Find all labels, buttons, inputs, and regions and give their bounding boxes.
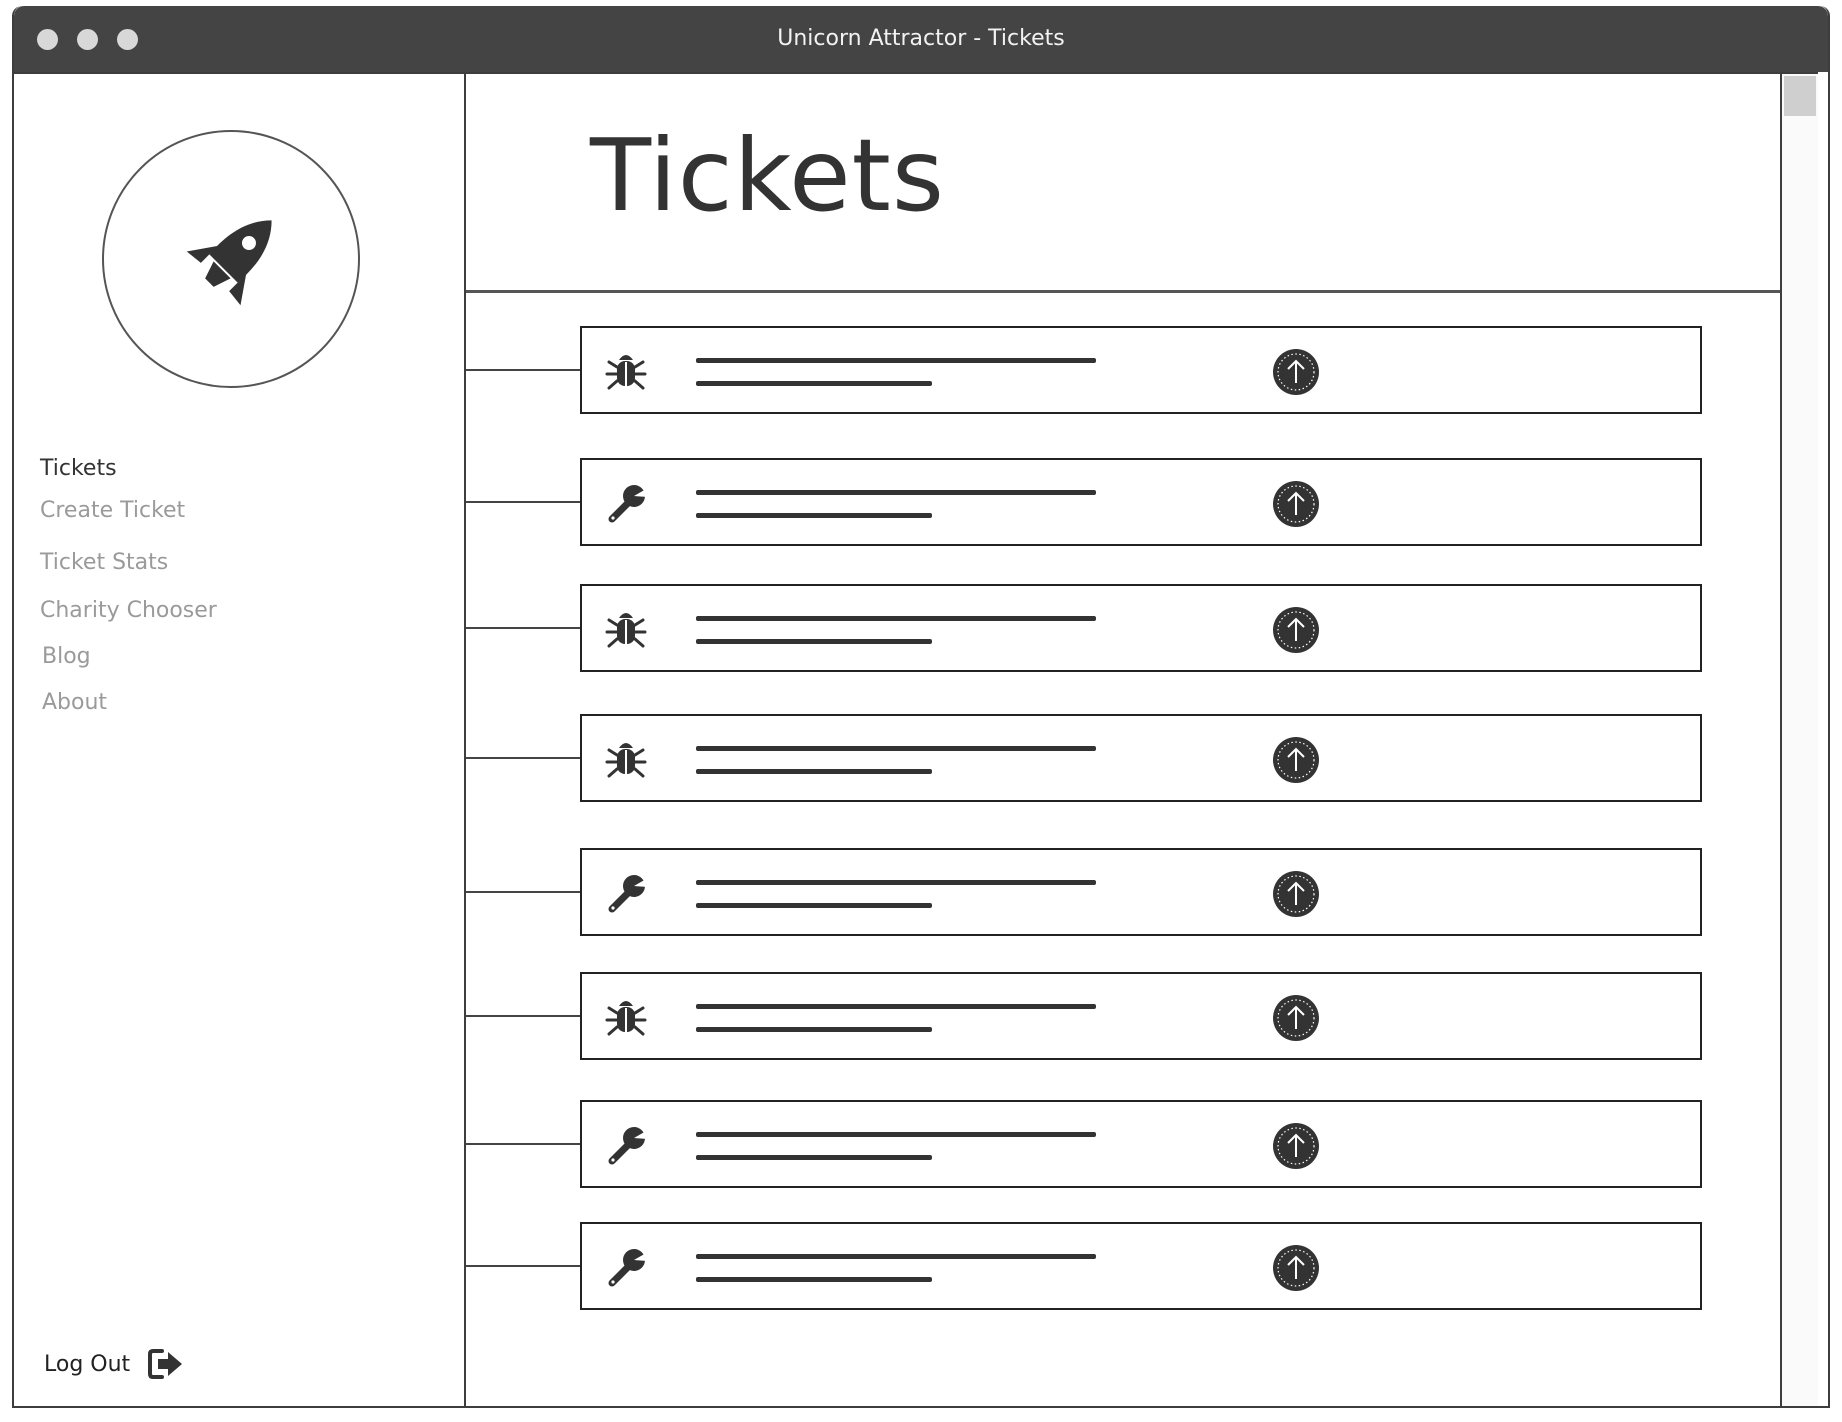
ticket-title-placeholder [696, 1004, 1096, 1009]
sidebar-item-charity-chooser[interactable]: Charity Chooser [40, 598, 217, 623]
ticket-row[interactable] [580, 714, 1702, 802]
upvote-arrow-icon[interactable] [1272, 870, 1320, 918]
logout-button[interactable]: Log Out [44, 1346, 184, 1382]
title-bar: Unicorn Attractor - Tickets [14, 6, 1828, 72]
bug-icon [604, 608, 648, 652]
ticket-title-placeholder [696, 880, 1096, 885]
rocket-icon [186, 220, 272, 306]
sidebar-item-about[interactable]: About [42, 690, 107, 715]
ticket-title-placeholder [696, 1132, 1096, 1137]
bug-icon [604, 738, 648, 782]
sidebar-item-ticket-stats[interactable]: Ticket Stats [40, 550, 168, 575]
ticket-subtitle-placeholder [696, 1277, 932, 1282]
upvote-arrow-icon[interactable] [1272, 348, 1320, 396]
ticket-row[interactable] [580, 848, 1702, 936]
wrench-icon [604, 1124, 648, 1168]
scrollbar[interactable] [1780, 72, 1818, 1406]
ticket-connector [466, 1265, 580, 1267]
upvote-arrow-icon[interactable] [1272, 606, 1320, 654]
app-window: Unicorn Attractor - Tickets Tickets Crea… [12, 6, 1830, 1408]
ticket-subtitle-placeholder [696, 513, 932, 518]
ticket-connector [466, 369, 580, 371]
upvote-arrow-icon[interactable] [1272, 994, 1320, 1042]
upvote-arrow-icon[interactable] [1272, 736, 1320, 784]
ticket-row[interactable] [580, 1222, 1702, 1310]
ticket-row[interactable] [580, 972, 1702, 1060]
wrench-icon [604, 1246, 648, 1290]
ticket-title-placeholder [696, 746, 1096, 751]
ticket-connector [466, 891, 580, 893]
ticket-connector [466, 1143, 580, 1145]
ticket-row[interactable] [580, 458, 1702, 546]
upvote-arrow-icon[interactable] [1272, 480, 1320, 528]
ticket-title-placeholder [696, 358, 1096, 363]
ticket-row[interactable] [580, 584, 1702, 672]
ticket-row[interactable] [580, 1100, 1702, 1188]
scrollbar-thumb[interactable] [1784, 76, 1816, 116]
sidebar-item-tickets[interactable]: Tickets [40, 456, 117, 481]
ticket-connector [466, 1015, 580, 1017]
ticket-subtitle-placeholder [696, 381, 932, 386]
sign-out-icon [148, 1349, 183, 1379]
window-title: Unicorn Attractor - Tickets [777, 26, 1065, 51]
ticket-title-placeholder [696, 1254, 1096, 1259]
ticket-row[interactable] [580, 326, 1702, 414]
ticket-connector [466, 627, 580, 629]
ticket-subtitle-placeholder [696, 639, 932, 644]
ticket-subtitle-placeholder [696, 1027, 932, 1032]
ticket-subtitle-placeholder [696, 903, 932, 908]
ticket-title-placeholder [696, 616, 1096, 621]
sidebar: Tickets Create Ticket Ticket Stats Chari… [14, 72, 466, 1406]
sidebar-item-blog[interactable]: Blog [42, 644, 91, 669]
wrench-icon [604, 482, 648, 526]
logout-label: Log Out [44, 1351, 131, 1377]
bug-icon [604, 350, 648, 394]
main-content: Tickets [466, 72, 1780, 1406]
ticket-title-placeholder [696, 490, 1096, 495]
ticket-connector [466, 757, 580, 759]
bug-icon [604, 996, 648, 1040]
ticket-connector [466, 501, 580, 503]
logo [102, 130, 360, 388]
header-divider [466, 290, 1780, 293]
page-title: Tickets [590, 117, 945, 234]
ticket-subtitle-placeholder [696, 1155, 932, 1160]
wrench-icon [604, 872, 648, 916]
upvote-arrow-icon[interactable] [1272, 1122, 1320, 1170]
upvote-arrow-icon[interactable] [1272, 1244, 1320, 1292]
sidebar-item-create-ticket[interactable]: Create Ticket [40, 498, 185, 523]
ticket-subtitle-placeholder [696, 769, 932, 774]
